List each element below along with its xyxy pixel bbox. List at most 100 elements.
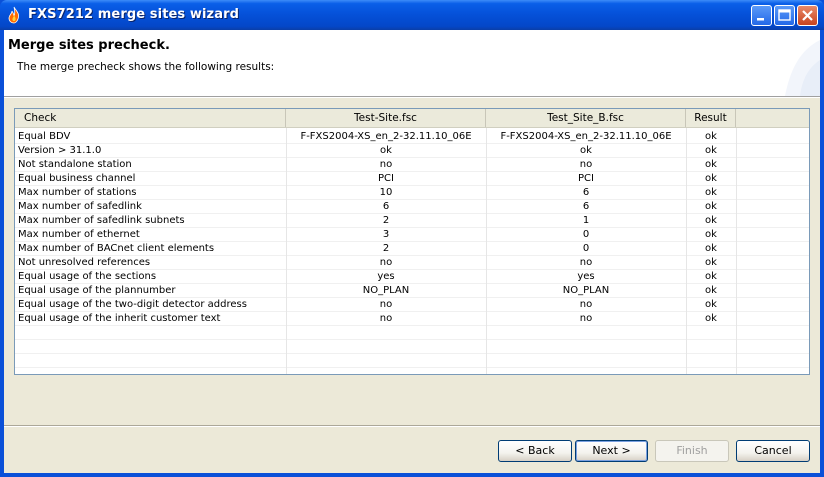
table-row[interactable]: Max number of safedlink subnets 2 1 ok	[15, 214, 809, 228]
cell-site-b: F-FXS2004-XS_en_2-32.11.10_06E	[500, 131, 672, 142]
table-row[interactable]: Version > 31.1.0 ok ok ok	[15, 144, 809, 158]
cancel-button[interactable]: Cancel	[736, 440, 810, 462]
table-row[interactable]: Equal business channel PCI PCI ok	[15, 172, 809, 186]
column-divider	[486, 128, 487, 374]
page-title: Merge sites precheck.	[8, 38, 170, 53]
table-row[interactable]: Not standalone station no no ok	[15, 158, 809, 172]
page-description: The merge precheck shows the following r…	[17, 61, 275, 73]
cell-check: Not unresolved references	[18, 257, 151, 268]
cell-site-b: 6	[582, 187, 590, 198]
cell-site-b: 6	[582, 201, 590, 212]
finish-button[interactable]: Finish	[655, 440, 729, 462]
table-row[interactable]: Equal usage of the sections yes yes ok	[15, 270, 809, 284]
cell-site-b: yes	[577, 271, 595, 282]
cell-check: Max number of ethernet	[18, 229, 140, 240]
cell-result: ok	[705, 201, 717, 212]
next-button[interactable]: Next >	[575, 440, 648, 462]
cell-check: Equal usage of the two-digit detector ad…	[18, 299, 247, 310]
flame-icon	[6, 6, 22, 24]
cell-result: ok	[705, 285, 717, 296]
cell-site-a: NO_PLAN	[362, 285, 410, 296]
cell-site-b: NO_PLAN	[562, 285, 610, 296]
cell-site-a: 2	[382, 215, 390, 226]
title-bar[interactable]: FXS7212 merge sites wizard	[0, 0, 824, 30]
table-row[interactable]: Equal usage of the two-digit detector ad…	[15, 298, 809, 312]
cell-site-b: 0	[582, 229, 590, 240]
cell-result: ok	[705, 159, 717, 170]
table-row[interactable]: Not unresolved references no no ok	[15, 256, 809, 270]
table-row-empty	[15, 326, 809, 340]
cell-site-a: yes	[377, 271, 395, 282]
cell-site-a: F-FXS2004-XS_en_2-32.11.10_06E	[300, 131, 472, 142]
cell-site-b: 1	[582, 215, 590, 226]
back-button[interactable]: < Back	[498, 440, 572, 462]
table-row[interactable]: Max number of stations 10 6 ok	[15, 186, 809, 200]
cell-site-a: 6	[382, 201, 390, 212]
column-header-site-b[interactable]: Test_Site_B.fsc	[486, 109, 686, 127]
table-row[interactable]: Equal BDV F-FXS2004-XS_en_2-32.11.10_06E F…	[15, 130, 809, 144]
cell-check: Not standalone station	[18, 159, 132, 170]
cell-site-b: no	[579, 313, 593, 324]
cell-result: ok	[705, 145, 717, 156]
cell-result: ok	[705, 215, 717, 226]
cell-site-a: no	[379, 257, 393, 268]
cell-check: Equal business channel	[18, 173, 136, 184]
cell-check: Equal BDV	[18, 131, 71, 142]
window-title: FXS7212 merge sites wizard	[28, 7, 240, 22]
table-row-empty	[15, 340, 809, 354]
close-button[interactable]	[797, 5, 818, 26]
table-row[interactable]: Max number of ethernet 3 0 ok	[15, 228, 809, 242]
cell-site-b: ok	[580, 145, 592, 156]
table-row[interactable]: Max number of BACnet client elements 2 0 ok	[15, 242, 809, 256]
cell-site-b: PCI	[578, 173, 594, 184]
header-separator	[4, 97, 820, 98]
cell-check: Max number of safedlink	[18, 201, 142, 212]
table-row[interactable]: Equal usage of the inherit customer text…	[15, 312, 809, 326]
cell-site-a: 10	[379, 187, 393, 198]
wizard-header: Merge sites precheck. The merge precheck…	[4, 30, 820, 97]
cell-result: ok	[705, 187, 717, 198]
column-header-result[interactable]: Result	[686, 109, 736, 127]
dialog-client-area: Merge sites precheck. The merge precheck…	[4, 30, 820, 473]
cell-site-b: no	[579, 257, 593, 268]
cell-result: ok	[705, 257, 717, 268]
cell-check: Equal usage of the inherit customer text	[18, 313, 221, 324]
cell-site-a: no	[379, 159, 393, 170]
table-row[interactable]: Equal usage of the plannumber NO_PLAN NO_P…	[15, 284, 809, 298]
cell-site-a: no	[379, 299, 393, 310]
cell-site-a: 2	[382, 243, 390, 254]
precheck-results-table[interactable]: Check Test-Site.fsc Test_Site_B.fsc Resu…	[14, 108, 810, 375]
column-divider	[286, 128, 287, 374]
cell-site-a: ok	[380, 145, 392, 156]
cell-check: Max number of BACnet client elements	[18, 243, 215, 254]
cell-site-a: PCI	[378, 173, 394, 184]
column-header-check[interactable]: Check	[15, 109, 286, 127]
cell-site-b: 0	[582, 243, 590, 254]
minimize-button[interactable]	[751, 5, 772, 26]
footer-separator-highlight	[4, 426, 820, 427]
cell-result: ok	[705, 299, 717, 310]
cell-site-b: no	[579, 299, 593, 310]
cell-site-a: no	[379, 313, 393, 324]
cell-site-a: 3	[382, 229, 390, 240]
cell-check: Version > 31.1.0	[18, 145, 102, 156]
cell-check: Max number of stations	[18, 187, 137, 198]
cell-result: ok	[705, 131, 717, 142]
table-row-empty	[15, 354, 809, 368]
cell-check: Equal usage of the plannumber	[18, 285, 176, 296]
table-row[interactable]: Max number of safedlink 6 6 ok	[15, 200, 809, 214]
cell-check: Equal usage of the sections	[18, 271, 157, 282]
column-divider	[686, 128, 687, 374]
maximize-button[interactable]	[774, 5, 795, 26]
column-header-site-a[interactable]: Test-Site.fsc	[286, 109, 486, 127]
cell-check: Max number of safedlink subnets	[18, 215, 185, 226]
header-decoration-icon	[785, 40, 820, 96]
cell-result: ok	[705, 313, 717, 324]
wizard-window: FXS7212 merge sites wizard Merge sites p…	[0, 0, 824, 477]
cell-result: ok	[705, 229, 717, 240]
cell-result: ok	[705, 271, 717, 282]
column-divider	[736, 128, 737, 374]
cell-result: ok	[705, 243, 717, 254]
table-header: Check Test-Site.fsc Test_Site_B.fsc Resu…	[15, 109, 809, 128]
cell-site-b: no	[579, 159, 593, 170]
